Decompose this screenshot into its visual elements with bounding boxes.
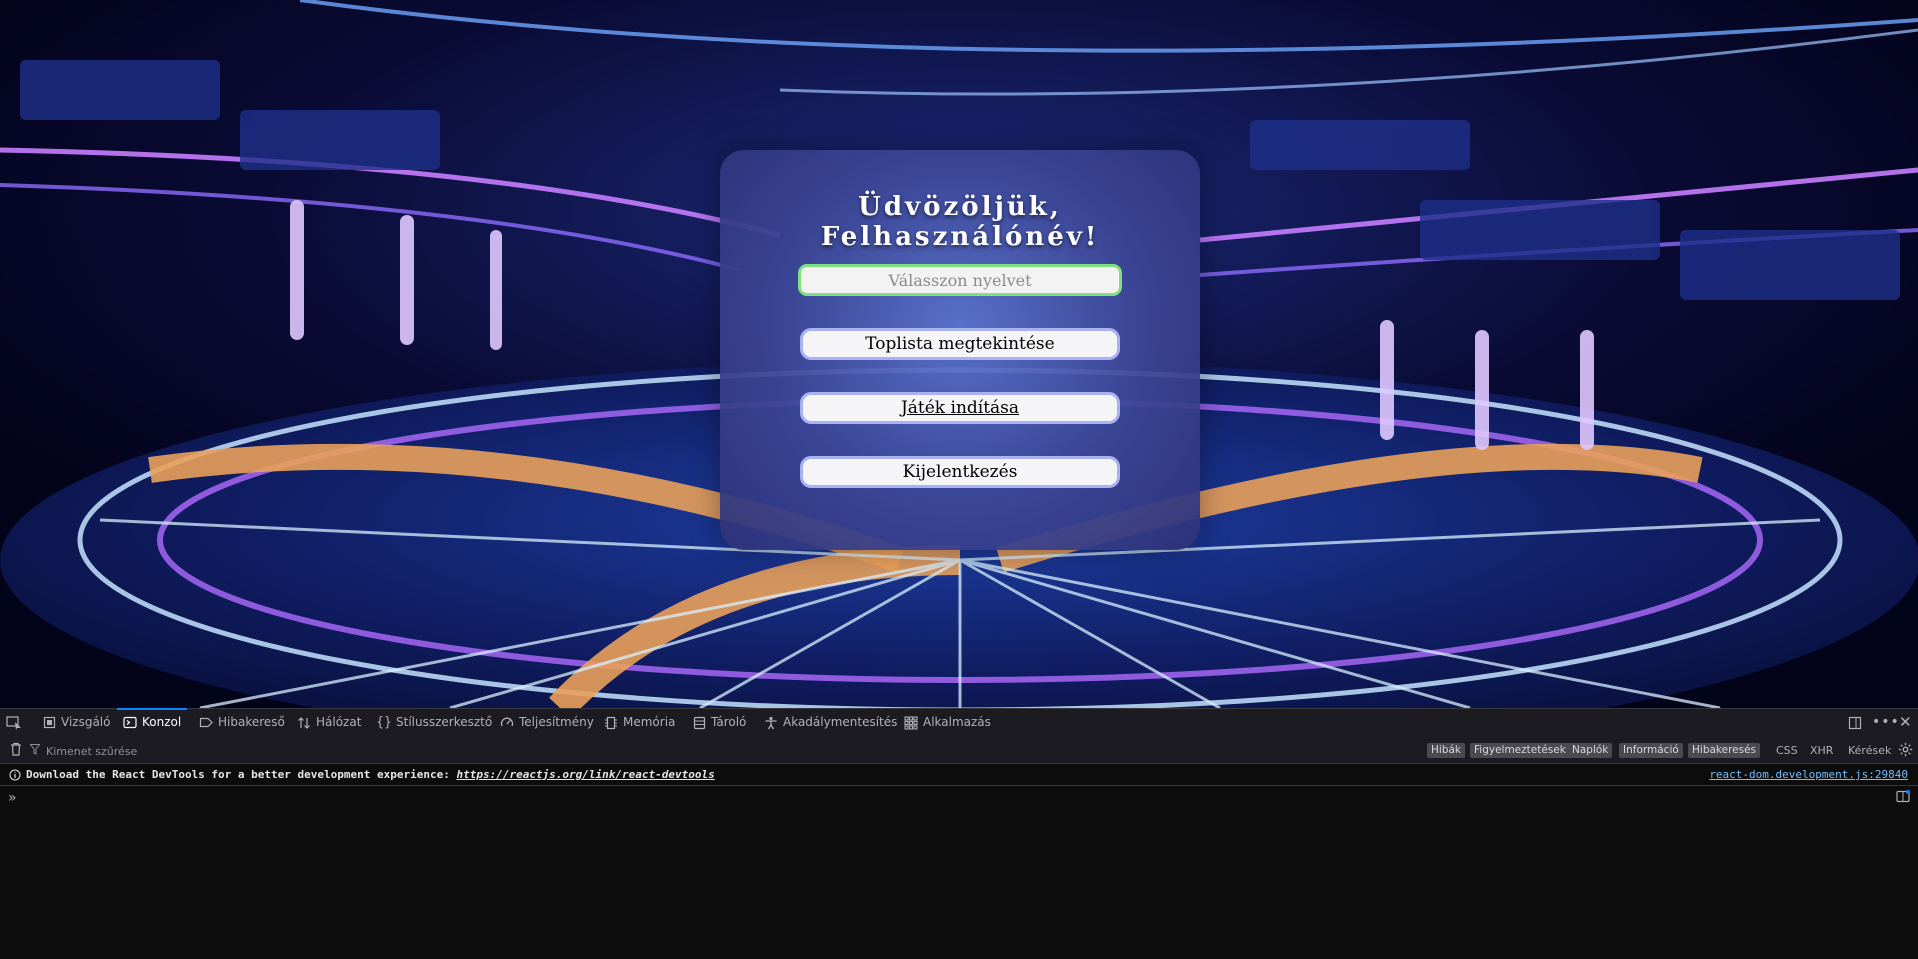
tab-memory[interactable]: Memória	[604, 709, 675, 736]
tab-label: Tároló	[711, 715, 747, 729]
tab-performance[interactable]: Teljesítmény	[500, 709, 594, 736]
accessibility-icon	[764, 716, 778, 730]
tab-label: Hálózat	[316, 715, 362, 729]
filter-debug[interactable]: Hibakeresés	[1688, 743, 1761, 758]
network-icon	[297, 716, 311, 730]
console-message: Download the React DevTools for a better…	[0, 764, 1918, 786]
language-input[interactable]	[798, 264, 1122, 296]
tab-console[interactable]: Konzol	[116, 708, 188, 736]
tab-application[interactable]: Alkalmazás	[904, 709, 991, 736]
tab-network[interactable]: Hálózat	[297, 709, 361, 736]
style-editor-icon: {}	[376, 715, 392, 730]
debugger-icon	[199, 716, 213, 730]
welcome-title: Üdvözöljük, Felhasználónév!	[820, 192, 1100, 252]
performance-icon	[500, 716, 514, 730]
tab-label: Alkalmazás	[923, 715, 991, 729]
devtools-panel: Vizsgáló Konzol Hibakereső Hálózat {} St…	[0, 708, 1918, 959]
pick-element-icon[interactable]	[6, 709, 22, 736]
console-filter-input[interactable]	[44, 740, 648, 762]
console-prompt-chevron-icon[interactable]: »	[8, 790, 17, 806]
filter-warnings[interactable]: Figyelmeztetések	[1470, 743, 1570, 758]
inspector-icon	[42, 716, 56, 730]
memory-icon	[604, 716, 618, 730]
react-devtools-link[interactable]: https://reactjs.org/link/react-devtools	[456, 768, 714, 781]
storage-icon	[692, 716, 706, 730]
filter-icon	[29, 744, 41, 758]
message-body: Download the React DevTools for a better…	[26, 768, 457, 781]
logout-button[interactable]: Kijelentkezés	[800, 456, 1120, 488]
more-options-icon[interactable]: •••	[1872, 709, 1900, 736]
tab-label: Memória	[623, 715, 676, 729]
filter-css[interactable]: CSS	[1776, 743, 1798, 758]
tab-label: Hibakereső	[218, 715, 285, 729]
info-icon	[9, 769, 21, 784]
trash-icon[interactable]	[10, 742, 22, 759]
application-icon	[904, 715, 918, 730]
devtools-tabbar: Vizsgáló Konzol Hibakereső Hálózat {} St…	[0, 708, 1918, 736]
console-filterbar: Hibák Figyelmeztetések Naplók Információ…	[0, 736, 1918, 764]
split-console-icon[interactable]	[1896, 790, 1910, 806]
leaderboard-button[interactable]: Toplista megtekintése	[800, 328, 1120, 360]
tab-label: Akadálymentesítés	[783, 715, 898, 729]
tab-debugger[interactable]: Hibakereső	[199, 709, 285, 736]
tab-storage[interactable]: Tároló	[692, 709, 746, 736]
filter-errors[interactable]: Hibák	[1427, 743, 1465, 758]
console-settings-gear-icon[interactable]	[1898, 742, 1913, 760]
filter-xhr[interactable]: XHR	[1810, 743, 1833, 758]
dock-icon[interactable]	[1848, 709, 1862, 736]
tab-accessibility[interactable]: Akadálymentesítés	[764, 709, 897, 736]
filter-requests[interactable]: Kérések	[1848, 743, 1891, 758]
message-source-link[interactable]: react-dom.development.js:29840	[1709, 768, 1908, 781]
tab-label: Stílusszerkesztő	[396, 715, 493, 729]
tab-label: Konzol	[142, 715, 182, 729]
start-game-button[interactable]: Játék indítása	[800, 392, 1120, 424]
tab-label: Teljesítmény	[519, 715, 594, 729]
tab-inspector[interactable]: Vizsgáló	[42, 709, 110, 736]
filter-logs[interactable]: Naplók	[1568, 743, 1613, 758]
tab-label: Vizsgáló	[61, 715, 111, 729]
tab-style-editor[interactable]: {} Stílusszerkesztő	[376, 709, 493, 736]
close-devtools-icon[interactable]: ✕	[1899, 709, 1912, 736]
filter-info[interactable]: Információ	[1619, 743, 1683, 758]
console-icon	[123, 716, 137, 730]
welcome-card: Üdvözöljük, Felhasználónév! Toplista meg…	[720, 150, 1200, 550]
console-message-text: Download the React DevTools for a better…	[26, 768, 715, 781]
